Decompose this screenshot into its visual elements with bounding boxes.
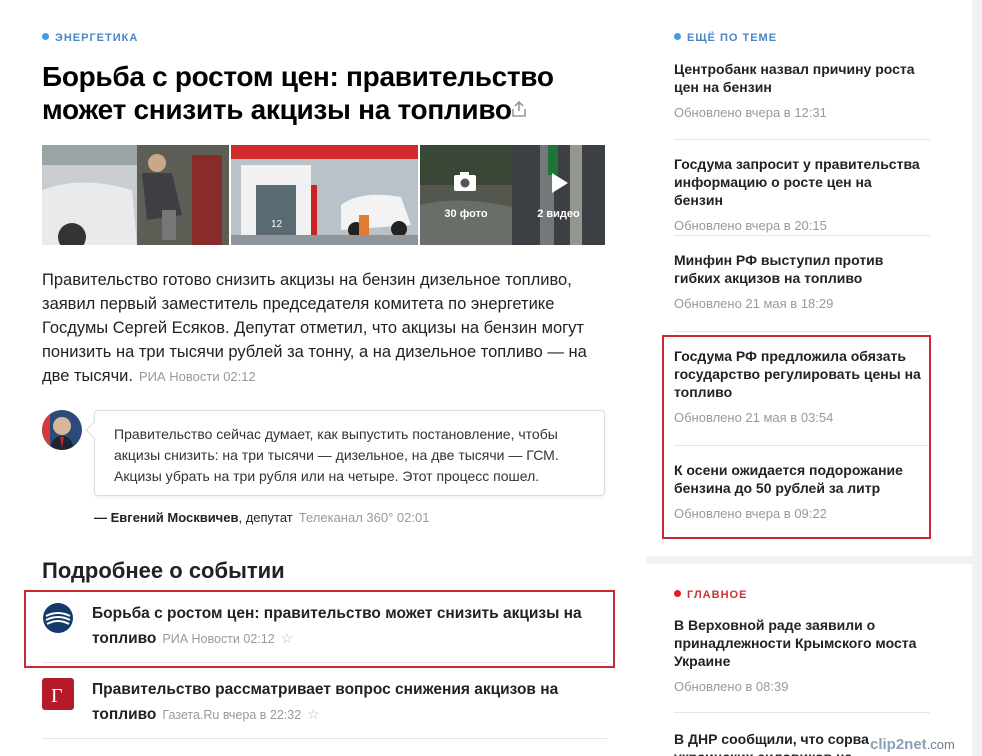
sidebar-more-rubric: ЕЩЁ ПО ТЕМЕ <box>674 32 777 44</box>
scrollbar[interactable] <box>972 0 982 756</box>
gallery-photo-3[interactable]: 30 фото 2 видео <box>420 145 605 245</box>
rubric-dot-icon <box>42 33 49 40</box>
divider <box>674 712 930 713</box>
article-rubric[interactable]: ЭНЕРГЕТИКА <box>42 32 138 44</box>
gazeta-logo-icon: Г <box>42 678 74 710</box>
sidebar-news-item[interactable]: В Верховной раде заявили о принадлежност… <box>674 616 924 694</box>
avatar <box>42 410 82 450</box>
divider <box>42 738 607 739</box>
star-icon[interactable]: ☆ <box>307 706 320 722</box>
quote-author: — Евгений Москвичев, депутат Телеканал 36… <box>94 510 430 525</box>
svg-text:Г: Г <box>51 685 63 707</box>
sidebar-news-title[interactable]: В Верховной раде заявили о принадлежност… <box>674 616 924 670</box>
details-item-source[interactable]: Газета.Ru вчера в 22:32 <box>162 708 301 722</box>
photos-count: 30 фото <box>444 208 488 220</box>
rubric-dot-icon <box>674 590 681 597</box>
highlight-frame <box>662 335 931 539</box>
sidebar-news-date: Обновлено в 08:39 <box>674 679 789 694</box>
divider <box>674 139 930 140</box>
quote-text: Правительство сейчас думает, как выпусти… <box>114 426 559 484</box>
divider <box>674 235 930 236</box>
videos-count: 2 видео <box>537 208 580 220</box>
gallery-photo-1[interactable] <box>42 145 229 245</box>
article-lead: Правительство готово снизить акцизы на б… <box>42 271 587 385</box>
sidebar-news-item[interactable]: Минфин РФ выступил против гибких акцизов… <box>674 251 924 311</box>
watermark: clip2net.com <box>870 736 955 753</box>
sidebar-news-title[interactable]: Госдума запросит у правительства информа… <box>674 155 924 209</box>
main-column: ЭНЕРГЕТИКА Борьба с ростом цен: правител… <box>0 0 646 756</box>
share-icon[interactable] <box>510 100 528 118</box>
lead-source[interactable]: РИА Новости 02:12 <box>139 369 256 384</box>
sidebar-news-item[interactable]: Центробанк назвал причину роста цен на б… <box>674 60 924 120</box>
sidebar-news-date: Обновлено 21 мая в 18:29 <box>674 296 834 311</box>
sidebar-news-title[interactable]: Центробанк назвал причину роста цен на б… <box>674 60 924 96</box>
svg-text:12: 12 <box>271 219 283 230</box>
details-heading: Подробнее о событии <box>42 558 285 583</box>
rubric-dot-icon <box>674 33 681 40</box>
highlight-frame <box>24 590 615 668</box>
gallery-photo-2[interactable]: 12 <box>231 145 418 245</box>
sidebar-news-item[interactable]: Госдума запросит у правительства информа… <box>674 155 924 233</box>
divider <box>674 331 930 332</box>
sidebar-news-title[interactable]: Минфин РФ выступил против гибких акцизов… <box>674 251 924 287</box>
sidebar-main-rubric: ГЛАВНОЕ <box>674 589 747 601</box>
sidebar-news-date: Обновлено вчера в 12:31 <box>674 105 827 120</box>
sidebar-news-date: Обновлено вчера в 20:15 <box>674 218 827 233</box>
quote-source[interactable]: Телеканал 360° 02:01 <box>299 510 430 525</box>
